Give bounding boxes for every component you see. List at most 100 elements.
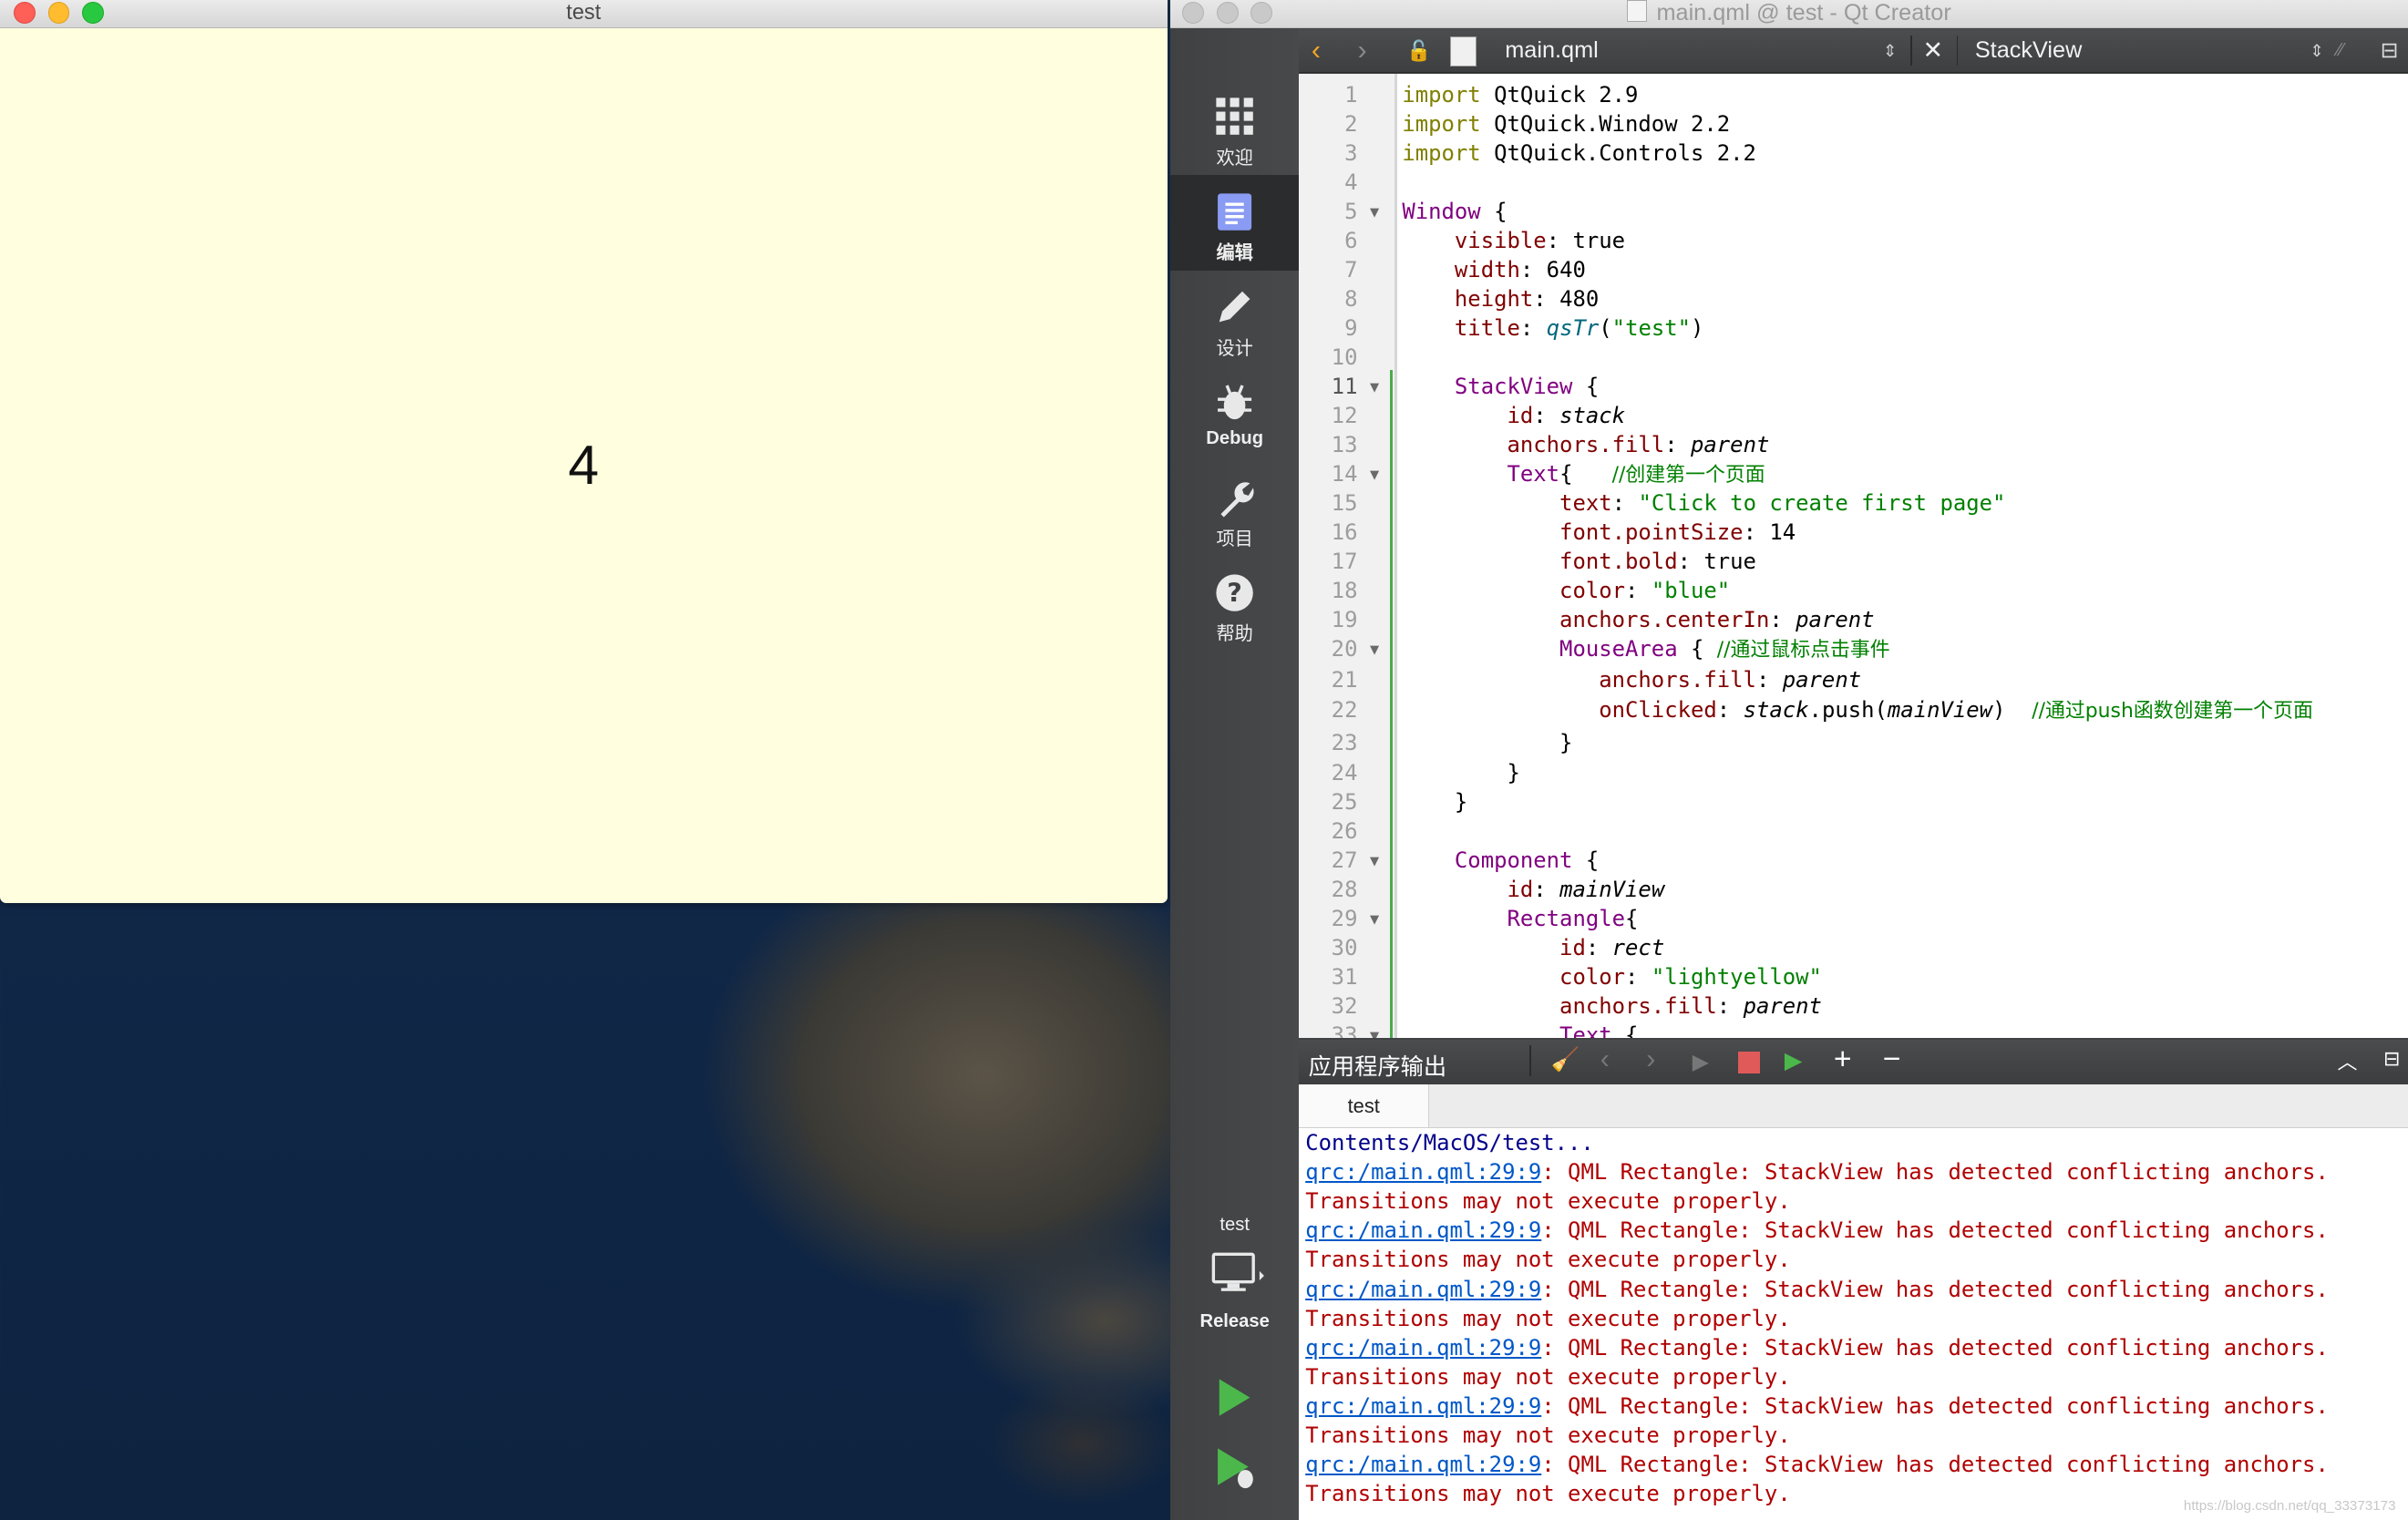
- error-text: : QML Rectangle: StackView has detected …: [1541, 1392, 2329, 1419]
- code-token: Text: [1402, 460, 1560, 487]
- line-number: 5: [1344, 198, 1358, 224]
- code-token: anchors.centerIn: [1402, 606, 1770, 632]
- split-view-icon[interactable]: ⊟: [2381, 29, 2399, 72]
- line-number: 16: [1331, 519, 1358, 545]
- code-token: .push(: [1808, 697, 1888, 724]
- clear-output-icon[interactable]: 🧹: [1551, 1047, 1580, 1073]
- qt-creator-titlebar[interactable]: main.qml @ test - Qt Creator: [1169, 0, 2408, 29]
- code-token: :: [1533, 402, 1560, 428]
- file-dropdown-icon[interactable]: ⇕: [1883, 29, 1898, 72]
- output-line: Transitions may not execute properly.: [1305, 1305, 1791, 1331]
- fold-arrow-icon[interactable]: ▼: [1370, 634, 1379, 663]
- source-link[interactable]: qrc:/main.qml:29:9: [1305, 1335, 1541, 1361]
- prev-item-icon[interactable]: ‹: [1600, 1044, 1610, 1075]
- code-token: :: [1611, 489, 1639, 516]
- debug-attach-icon[interactable]: ▶: [1785, 1047, 1802, 1074]
- line-number: 22: [1331, 697, 1358, 724]
- window-controls: [14, 1, 104, 24]
- line-number: 10: [1331, 344, 1358, 370]
- code-token: }: [1402, 760, 1520, 786]
- nav-back-icon[interactable]: ‹: [1312, 29, 1321, 72]
- line-number: 24: [1331, 760, 1358, 786]
- test-window-titlebar[interactable]: test: [0, 0, 1168, 29]
- output-tab-test[interactable]: test: [1299, 1084, 1429, 1127]
- mode-help[interactable]: ? 帮助: [1170, 556, 1300, 651]
- code-token: stack: [1559, 402, 1626, 428]
- code-editor[interactable]: 1 import QtQuick 2.9 2 import QtQuick.Wind…: [1299, 73, 2408, 1039]
- mode-label: Debug: [1206, 428, 1264, 449]
- code-token: : 14: [1743, 519, 1796, 545]
- open-file-name[interactable]: main.qml: [1505, 29, 1599, 72]
- test-app-window[interactable]: test 4: [0, 0, 1168, 903]
- code-token: text: [1402, 489, 1612, 516]
- nav-forward-icon[interactable]: ›: [1357, 29, 1366, 72]
- code-token: :: [1519, 314, 1547, 341]
- debug-play-icon: [1218, 1447, 1253, 1488]
- fold-arrow-icon[interactable]: ▼: [1370, 197, 1379, 226]
- fold-arrow-icon[interactable]: ▼: [1370, 1021, 1379, 1038]
- code-token: QtQuick.Window 2.2: [1480, 110, 1731, 137]
- code-token: color: [1402, 577, 1626, 603]
- symbol-selector[interactable]: StackView: [1975, 29, 2083, 72]
- source-link[interactable]: qrc:/main.qml:29:9: [1305, 1159, 1541, 1185]
- watermark-text: https://blog.csdn.net/qq_33373173: [2183, 1498, 2396, 1515]
- mode-label: 项目: [1216, 529, 1253, 549]
- fold-arrow-icon[interactable]: ▼: [1370, 372, 1379, 401]
- source-link[interactable]: qrc:/main.qml:29:9: [1305, 1452, 1541, 1477]
- zoom-window-button[interactable]: [81, 1, 104, 24]
- line-number: 30: [1331, 935, 1358, 961]
- kit-project-name: test: [1219, 1214, 1250, 1235]
- code-token: qsTr: [1546, 314, 1600, 341]
- minimize-window-button[interactable]: [47, 1, 70, 24]
- code-token: (: [1599, 314, 1612, 341]
- lock-icon[interactable]: 🔓: [1406, 29, 1431, 72]
- mode-edit[interactable]: 编辑: [1169, 175, 1300, 271]
- play-icon: [1219, 1379, 1250, 1416]
- stop-icon[interactable]: [1738, 1052, 1760, 1073]
- code-token: :: [1755, 666, 1783, 693]
- error-text: : QML Rectangle: StackView has detected …: [1541, 1334, 2329, 1361]
- close-window-button[interactable]: [14, 1, 36, 24]
- fold-arrow-icon[interactable]: ▼: [1370, 459, 1379, 488]
- kit-selector[interactable]: [1210, 1251, 1266, 1298]
- line-number: 3: [1344, 139, 1358, 166]
- close-document-icon[interactable]: ✕: [1923, 29, 1944, 72]
- rerun-icon[interactable]: ▶: [1693, 1049, 1709, 1074]
- output-line: Transitions may not execute properly.: [1305, 1480, 1791, 1506]
- code-token: stack: [1743, 697, 1809, 724]
- application-output[interactable]: Contents/MacOS/test... qrc:/main.qml:29:…: [1299, 1128, 2408, 1520]
- run-button[interactable]: [1213, 1376, 1256, 1425]
- fold-arrow-icon[interactable]: ▼: [1370, 904, 1379, 933]
- code-token: :: [1664, 431, 1691, 457]
- code-token: Component: [1402, 847, 1573, 874]
- qt-close-button[interactable]: [1182, 1, 1205, 24]
- mode-design[interactable]: 设计: [1170, 271, 1300, 365]
- code-token: font.bold: [1402, 548, 1678, 574]
- code-token: id: [1402, 935, 1586, 961]
- code-token: mainView: [1887, 697, 1993, 724]
- mode-debug[interactable]: Debug: [1170, 365, 1300, 460]
- change-marker: [1389, 370, 1394, 896]
- debug-run-button[interactable]: [1213, 1445, 1256, 1498]
- zoom-in-icon[interactable]: +: [1834, 1042, 1852, 1077]
- line-number: 11: [1331, 373, 1358, 399]
- close-pane-icon[interactable]: ⊟: [2383, 1047, 2400, 1071]
- source-link[interactable]: qrc:/main.qml:29:9: [1305, 1393, 1541, 1419]
- line-number: 27: [1331, 847, 1358, 874]
- code-token: anchors.fill: [1402, 431, 1665, 457]
- source-link[interactable]: qrc:/main.qml:29:9: [1305, 1217, 1541, 1243]
- line-number: 25: [1331, 789, 1358, 816]
- qt-zoom-button[interactable]: [1250, 1, 1272, 24]
- error-text: : QML Rectangle: StackView has detected …: [1541, 1451, 2329, 1477]
- symbol-dropdown-icon[interactable]: ⇕: [2310, 29, 2324, 72]
- qt-minimize-button[interactable]: [1216, 1, 1239, 24]
- fold-arrow-icon[interactable]: ▼: [1370, 846, 1379, 875]
- mode-welcome[interactable]: 欢迎: [1170, 80, 1300, 175]
- maximize-pane-icon[interactable]: ︿: [2337, 1047, 2357, 1075]
- next-item-icon[interactable]: ›: [1646, 1044, 1655, 1075]
- mode-label: 欢迎: [1216, 148, 1253, 169]
- encoding-icon[interactable]: ⁄⁄: [2337, 29, 2343, 72]
- mode-projects[interactable]: 项目: [1170, 460, 1300, 555]
- zoom-out-icon[interactable]: −: [1883, 1042, 1901, 1077]
- source-link[interactable]: qrc:/main.qml:29:9: [1305, 1277, 1541, 1302]
